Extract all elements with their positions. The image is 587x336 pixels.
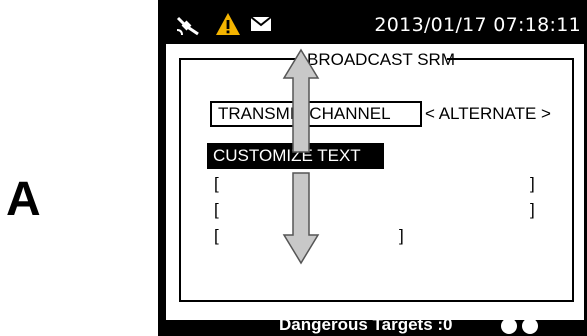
- step-label: A: [6, 173, 41, 226]
- text-line-2-close[interactable]: ]: [530, 200, 535, 220]
- content-frame: [179, 58, 574, 302]
- text-line-3-close[interactable]: ]: [399, 226, 404, 246]
- text-line-1-open[interactable]: [: [214, 174, 219, 194]
- indicator-light-1: [501, 318, 517, 334]
- text-line-1-close[interactable]: ]: [530, 174, 535, 194]
- dangerous-targets-count: Dangerous Targets :0: [279, 315, 453, 334]
- transmit-channel-value[interactable]: < ALTERNATE >: [425, 103, 551, 125]
- satellite-icon: [176, 16, 199, 36]
- text-line-3-open[interactable]: [: [214, 226, 219, 246]
- warning-icon: [216, 13, 240, 35]
- device-display: 2013/01/17 07:18:11 BROADCAST SRM TRANSM…: [158, 0, 587, 336]
- bottom-status-bar: Dangerous Targets :0: [158, 315, 587, 336]
- main-screen: BROADCAST SRM TRANSMIT CHANNEL < ALTERNA…: [166, 44, 584, 320]
- datetime-display: 2013/01/17 07:18:11: [374, 14, 581, 36]
- arrow-down-icon: [282, 172, 320, 265]
- envelope-icon: [250, 16, 272, 31]
- text-line-2-open[interactable]: [: [214, 200, 219, 220]
- indicator-light-2: [522, 318, 538, 334]
- arrow-up-icon: [282, 48, 320, 153]
- screen-title: BROADCAST SRM: [303, 49, 455, 71]
- status-bar: 2013/01/17 07:18:11: [158, 0, 587, 44]
